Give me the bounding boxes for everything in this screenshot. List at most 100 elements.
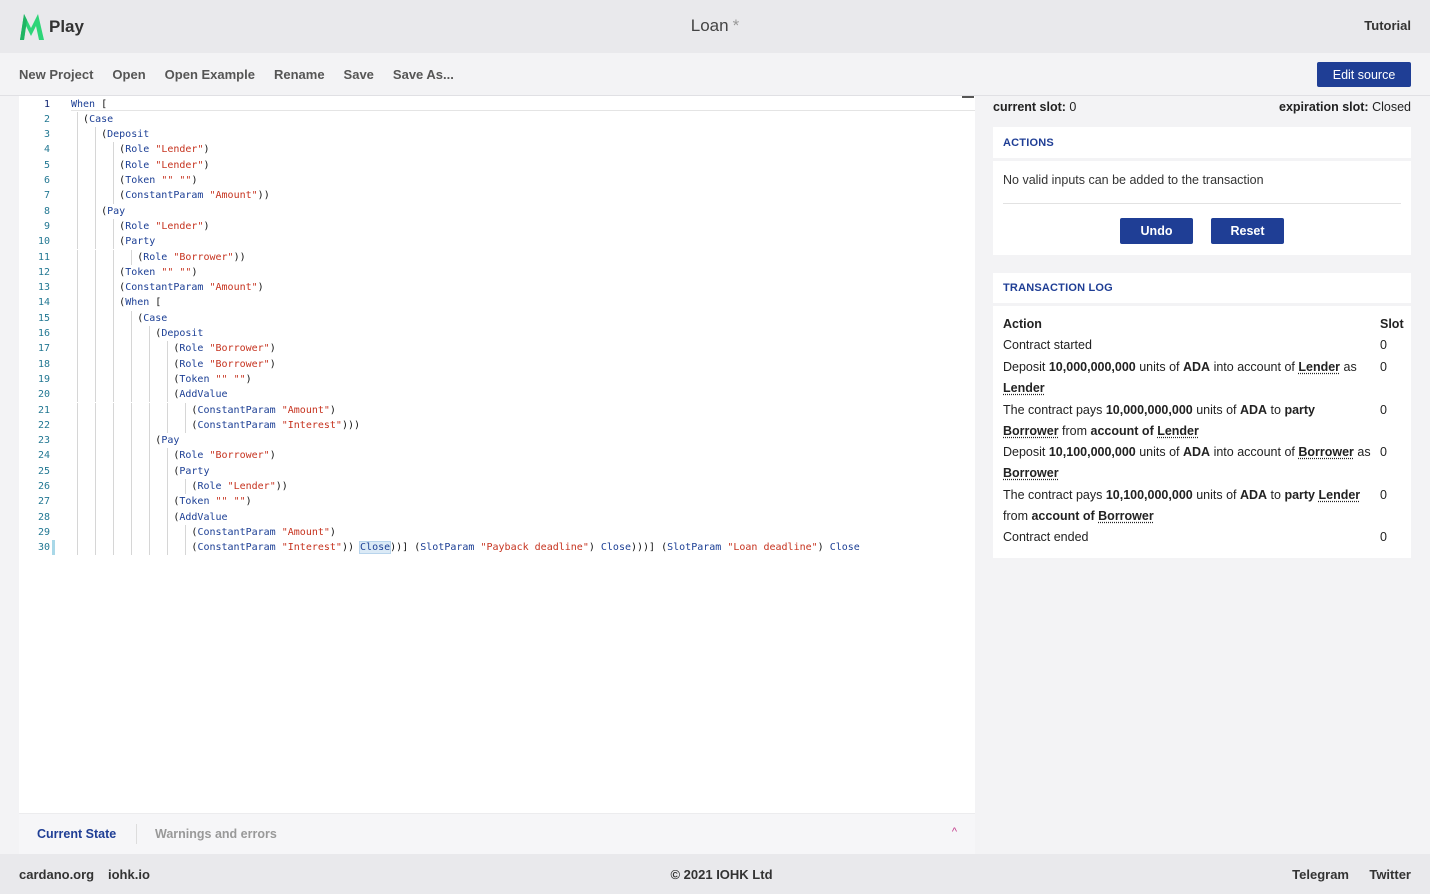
code-line[interactable]: 30 (ConstantParam "Interest")) Close))] … — [19, 540, 975, 555]
line-number: 1 — [43, 98, 50, 110]
code-text: (Pay — [71, 435, 180, 447]
expiration-slot: expiration slot: Closed — [1279, 100, 1411, 114]
code-text: (Role "Lender") — [71, 159, 210, 171]
code-text: (Role "Lender")) — [71, 481, 288, 492]
action-text: The contract pays — [1003, 403, 1106, 417]
code-line[interactable]: 25 (Party — [19, 464, 975, 479]
code-line[interactable]: 7 (ConstantParam "Amount")) — [19, 188, 975, 203]
action-text: 10,100,000,000 — [1048, 445, 1136, 459]
action-text: to — [1267, 488, 1285, 502]
code-line[interactable]: 6 (Token "" "") — [19, 173, 975, 188]
chevron-up-icon[interactable]: ^ — [952, 826, 957, 838]
code-line[interactable]: 18 (Role "Borrower") — [19, 357, 975, 372]
action-text: account of — [1031, 509, 1099, 524]
transaction-action: Deposit 10,100,000,000 units of ADA into… — [1003, 442, 1371, 485]
tab-current-state[interactable]: Current State — [37, 827, 116, 841]
action-text: units of — [1135, 445, 1183, 459]
expiration-slot-value: Closed — [1372, 100, 1411, 114]
code-line[interactable]: 9 (Role "Lender") — [19, 219, 975, 234]
code-line[interactable]: 12 (Token "" "") — [19, 265, 975, 280]
action-text: Deposit — [1003, 445, 1049, 459]
code-line[interactable]: 3 (Deposit — [19, 127, 975, 142]
action-text: party — [1284, 488, 1319, 502]
code-line[interactable]: 15 (Case — [19, 311, 975, 326]
action-text: 10,000,000,000 — [1048, 360, 1136, 374]
line-number: 7 — [43, 190, 50, 202]
line-number: 26 — [37, 481, 50, 492]
code-line[interactable]: 10 (Party — [19, 234, 975, 249]
rename-button[interactable]: Rename — [274, 67, 325, 82]
open-button[interactable]: Open — [112, 67, 145, 82]
code-line[interactable]: 22 (ConstantParam "Interest"))) — [19, 418, 975, 433]
code-line[interactable]: 26 (Role "Lender")) — [19, 479, 975, 494]
code-line[interactable]: 27 (Token "" "") — [19, 494, 975, 509]
save-as-button[interactable]: Save As... — [393, 67, 454, 82]
open-example-button[interactable]: Open Example — [165, 67, 255, 82]
code-line[interactable]: 2 (Case — [19, 112, 975, 127]
line-number: 19 — [37, 373, 50, 385]
app-logo[interactable]: Play — [18, 10, 84, 42]
new-project-button[interactable]: New Project — [19, 67, 93, 82]
code-text: (ConstantParam "Amount") — [71, 282, 264, 294]
code-text: (Role "Borrower") — [71, 343, 276, 355]
code-line[interactable]: 1 When [ — [19, 97, 975, 112]
action-text: ADA — [1183, 445, 1211, 459]
twitter-link[interactable]: Twitter — [1369, 867, 1411, 882]
code-line[interactable]: 14 (When [ — [19, 295, 975, 310]
party-name: Lender — [1003, 381, 1045, 396]
transaction-slot: 0 — [1380, 360, 1387, 374]
code-line[interactable]: 29 (ConstantParam "Amount") — [19, 525, 975, 540]
telegram-link[interactable]: Telegram — [1292, 867, 1349, 882]
code-line[interactable]: 5 (Role "Lender") — [19, 158, 975, 173]
code-line[interactable]: 16 (Deposit — [19, 326, 975, 341]
edit-source-button[interactable]: Edit source — [1317, 62, 1411, 87]
line-number: 6 — [43, 175, 50, 186]
code-text: (Case — [71, 312, 168, 324]
bottom-panel-tabs: Current State Warnings and errors ^ — [19, 813, 975, 854]
current-slot-value: 0 — [1069, 100, 1077, 114]
tutorial-link[interactable]: Tutorial — [1364, 18, 1411, 33]
code-line[interactable]: 23 (Pay — [19, 433, 975, 448]
actions-divider — [1003, 203, 1401, 204]
transaction-action: The contract pays 10,100,000,000 units o… — [1003, 485, 1371, 528]
code-text: (Party — [71, 465, 210, 477]
code-line[interactable]: 24 (Role "Borrower") — [19, 448, 975, 463]
party-name: Borrower — [1298, 445, 1354, 459]
code-text: (Deposit — [71, 129, 150, 141]
project-menu: New Project Open Open Example Rename Sav… — [19, 67, 473, 82]
code-line[interactable]: 13 (ConstantParam "Amount") — [19, 280, 975, 295]
party-name: Borrower — [1003, 466, 1059, 481]
code-text: (ConstantParam "Amount")) — [71, 190, 270, 202]
transaction-log-heading: TRANSACTION LOG — [1003, 282, 1113, 294]
code-line[interactable]: 17 (Role "Borrower") — [19, 341, 975, 356]
action-text: Contract started — [1003, 338, 1092, 352]
code-line[interactable]: 20 (AddValue — [19, 387, 975, 402]
tab-warnings-and-errors[interactable]: Warnings and errors — [155, 827, 277, 841]
code-line[interactable]: 19 (Token "" "") — [19, 372, 975, 387]
code-line[interactable]: 4 (Role "Lender") — [19, 142, 975, 157]
cursor-line-marker — [52, 540, 55, 556]
line-number: 13 — [37, 282, 50, 294]
line-number: 24 — [37, 450, 50, 462]
line-number: 28 — [37, 511, 50, 523]
code-editor[interactable]: 1 When [2 (Case 3 (Deposit 4 (Role "Lender"… — [19, 96, 975, 813]
action-text: units of — [1192, 403, 1240, 417]
line-number: 17 — [37, 343, 50, 355]
undo-button[interactable]: Undo — [1120, 218, 1193, 244]
reset-button[interactable]: Reset — [1211, 218, 1284, 244]
code-text: (Token "" "") — [71, 266, 198, 278]
code-line[interactable]: 11 (Role "Borrower")) — [19, 250, 975, 265]
party-name: Borrower — [1098, 509, 1154, 524]
action-text: 10,100,000,000 — [1105, 488, 1193, 502]
action-text: into account of — [1210, 360, 1299, 374]
party-name: Borrower — [1003, 424, 1059, 439]
code-line[interactable]: 28 (AddValue — [19, 510, 975, 525]
save-button[interactable]: Save — [344, 67, 374, 82]
line-number: 5 — [43, 159, 50, 171]
code-line[interactable]: 21 (ConstantParam "Amount") — [19, 403, 975, 418]
action-text: party — [1284, 403, 1316, 417]
code-text: (Role "Borrower") — [71, 450, 276, 462]
code-text: (ConstantParam "Amount") — [71, 404, 336, 416]
line-number: 30 — [37, 542, 50, 554]
code-line[interactable]: 8 (Pay — [19, 204, 975, 219]
